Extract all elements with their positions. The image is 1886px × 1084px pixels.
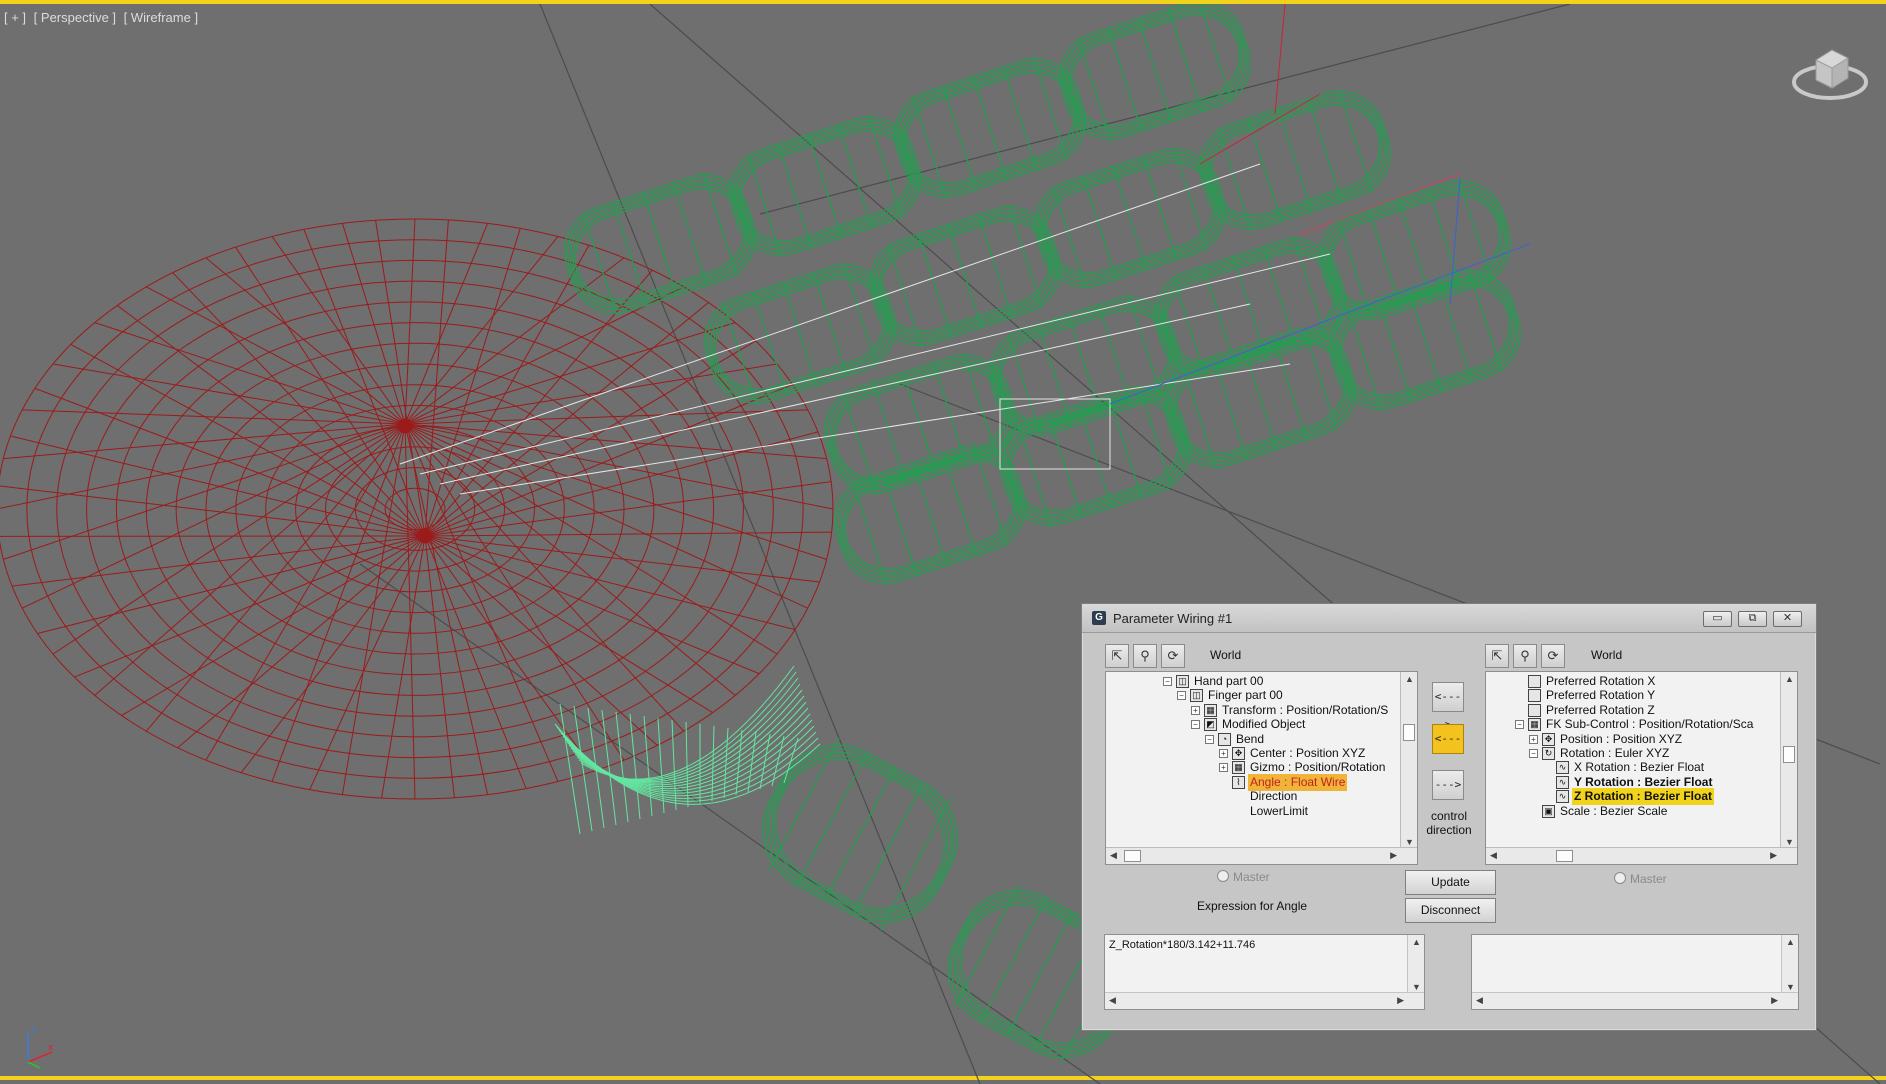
sync-icon: ⟳ [1168,648,1179,663]
left-sync-button[interactable]: ⟳ [1161,644,1185,668]
wire-icon: ⌇ [1232,776,1245,789]
left-expression-textbox[interactable]: Z_Rotation*180/3.142+11.746 ▲▼ ◀▶ [1104,934,1425,1010]
transform-icon: ▦ [1528,718,1541,731]
scale-icon: ▣ [1542,805,1555,818]
dialog-titlebar[interactable]: G Parameter Wiring #1 ▭ ⧉ ✕ [1082,604,1816,633]
two-way-connection-button[interactable]: <---> [1432,682,1464,712]
folder-up-icon: ⇱ [1112,648,1123,663]
viewport-menu-plus[interactable]: [ + ] [4,10,26,25]
sync-icon: ⟳ [1548,648,1559,663]
left-tree-hscroll[interactable]: ◀ ▶ [1106,847,1417,864]
right-expression-vscroll[interactable]: ▲▼ [1781,935,1798,994]
expand-icon[interactable]: + [1219,763,1228,772]
tree-item-label: LowerLimit [1248,803,1310,820]
left-to-right-connection-button[interactable]: <--- [1432,724,1464,754]
expand-icon[interactable]: + [1529,735,1538,744]
svg-text:x: x [48,1043,54,1053]
right-tree-hscroll[interactable]: ◀ ▶ [1486,847,1797,864]
folder-up-icon: ⇱ [1492,648,1503,663]
viewport-label: [ + ] [ Perspective ] [ Wireframe ] [4,10,202,25]
tree-item[interactable]: ▣Scale : Bezier Scale [1486,803,1782,820]
left-find-button[interactable]: ⚲ [1133,644,1157,668]
left-tree-vscroll[interactable]: ▲ ▼ [1400,672,1417,849]
collapse-icon[interactable]: − [1205,735,1214,744]
selected-bend-mesh[interactable] [555,666,820,834]
right-tree-vscroll[interactable]: ▲ ▼ [1780,672,1797,849]
tree-item-label: Scale : Bezier Scale [1558,803,1669,820]
transform-icon: ▦ [1204,704,1217,717]
right-find-button[interactable]: ⚲ [1513,644,1537,668]
minimize-button[interactable]: ▭ [1703,611,1732,627]
right-browse-button[interactable]: ⇱ [1485,644,1509,668]
curve-icon: ∿ [1556,790,1569,803]
right-track-tree[interactable]: Preferred Rotation XPreferred Rotation Y… [1485,671,1798,865]
right-expression-textbox[interactable]: ▲▼ ◀▶ [1471,934,1799,1010]
radio-dot-icon [1217,870,1229,882]
right-master-radio[interactable]: Master [1614,872,1667,886]
app-logo-icon: G [1092,611,1106,625]
box-icon: ◫ [1190,689,1203,702]
svg-text:z: z [32,1025,37,1035]
restore-button[interactable]: ⧉ [1738,611,1767,627]
curve-icon: ∿ [1556,761,1569,774]
viewport-menu-perspective[interactable]: [ Perspective ] [34,10,116,25]
expression-label: Expression for Angle [1197,899,1307,913]
expand-icon[interactable]: + [1191,706,1200,715]
left-expression-vscroll[interactable]: ▲▼ [1407,935,1424,994]
track-icon [1528,704,1541,717]
axis-tripod-icon: z x [18,1022,58,1072]
bend-icon: ◔ [1218,733,1231,746]
track-icon [1528,689,1541,702]
left-expression-hscroll[interactable]: ◀▶ [1105,992,1424,1009]
left-track-tree[interactable]: −◫Hand part 00−◫Finger part 00+▦Transfor… [1105,671,1418,865]
modifier-icon: ◩ [1204,718,1217,731]
collapse-icon[interactable]: − [1515,720,1524,729]
parameter-wiring-dialog: G Parameter Wiring #1 ▭ ⧉ ✕ ⇱ ⚲ ⟳ World … [1081,603,1817,1031]
expand-icon[interactable]: + [1219,749,1228,758]
close-button[interactable]: ✕ [1773,611,1802,627]
viewport-menu-shading[interactable]: [ Wireframe ] [124,10,198,25]
left-expression-text: Z_Rotation*180/3.142+11.746 [1109,939,1255,951]
collapse-icon[interactable]: − [1191,720,1200,729]
radio-dot-icon [1614,872,1626,884]
curve-icon: ∿ [1556,776,1569,789]
binoculars-icon: ⚲ [1140,648,1150,663]
rotation-icon: ↻ [1542,747,1555,760]
left-world-label: World [1210,648,1241,662]
box-icon: ◫ [1176,675,1189,688]
disconnect-button[interactable]: Disconnect [1405,898,1496,923]
viewcube-icon[interactable] [1790,38,1870,108]
tree-item[interactable]: LowerLimit [1106,803,1402,820]
right-world-label: World [1591,648,1622,662]
right-sync-button[interactable]: ⟳ [1541,644,1565,668]
position-icon: ✥ [1542,733,1555,746]
collapse-icon[interactable]: − [1529,749,1538,758]
track-icon [1528,675,1541,688]
dialog-title: Parameter Wiring #1 [1113,611,1232,626]
right-to-left-connection-button[interactable]: ---> [1432,770,1464,800]
collapse-icon[interactable]: − [1177,691,1186,700]
position-icon: ✥ [1232,747,1245,760]
update-button[interactable]: Update [1405,870,1496,895]
left-browse-button[interactable]: ⇱ [1105,644,1129,668]
binoculars-icon: ⚲ [1520,648,1530,663]
left-master-radio[interactable]: Master [1217,870,1270,884]
collapse-icon[interactable]: − [1163,677,1172,686]
right-expression-hscroll[interactable]: ◀▶ [1472,992,1798,1009]
transform-icon: ▦ [1232,761,1245,774]
control-direction-label: control direction [1422,809,1476,837]
sphere-wireframe[interactable] [0,219,833,799]
